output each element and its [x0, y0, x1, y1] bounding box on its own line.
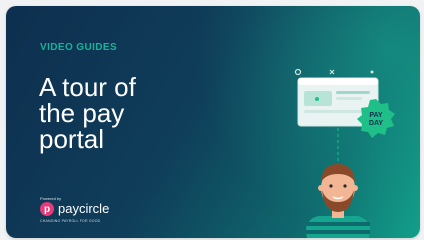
- paycircle-logo-icon: p: [40, 202, 54, 216]
- eyebrow-label: VIDEO GUIDES: [40, 42, 118, 53]
- payday-badge-line-2: DAY: [369, 120, 383, 127]
- headline-line-1: A tour of: [39, 72, 136, 102]
- payday-badge-line-1: PAY: [369, 112, 383, 119]
- headline-line-2: the pay: [39, 98, 125, 128]
- brand-name: paycircle: [58, 201, 110, 216]
- video-guide-card[interactable]: VIDEO GUIDES A tour of the pay portal Po…: [6, 6, 420, 238]
- portal-illustration: PAY DAY: [294, 68, 395, 238]
- card-headline: A tour of the pay portal: [39, 74, 136, 152]
- headline-line-3: portal: [39, 124, 105, 154]
- sparkle-icon: [294, 68, 374, 76]
- person-avatar-icon: [306, 164, 370, 238]
- brand-tagline: CHANGING PAYROLL FOR GOOD: [40, 219, 101, 223]
